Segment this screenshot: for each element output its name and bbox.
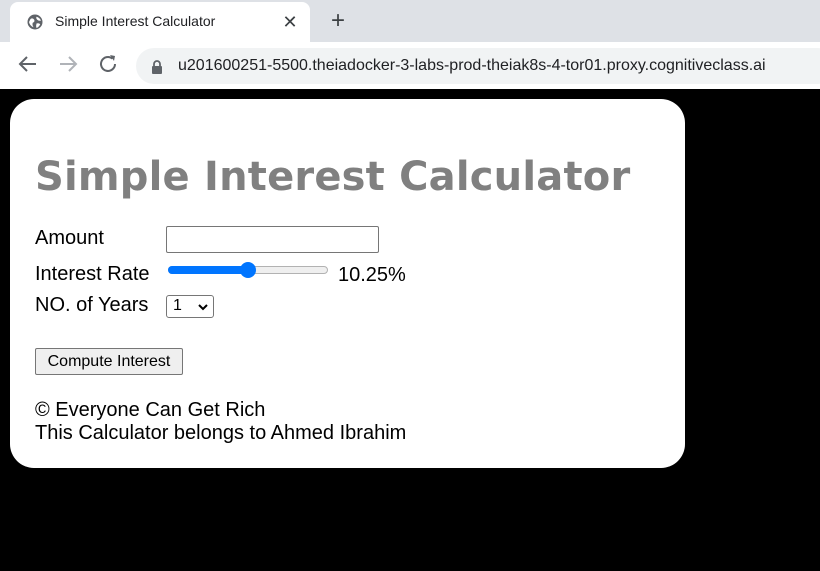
amount-input[interactable]: [166, 226, 379, 253]
compute-interest-button[interactable]: Compute Interest: [35, 348, 183, 375]
chevron-down-icon: [198, 304, 208, 311]
footer-owner: This Calculator belongs to Ahmed Ibrahim: [35, 422, 407, 444]
reload-icon[interactable]: [96, 52, 120, 76]
interest-rate-slider[interactable]: [168, 262, 330, 278]
url-text: u201600251-5500.theiadocker-3-labs-prod-…: [178, 57, 766, 74]
years-selected-value: 1: [173, 297, 182, 314]
slider-fill: [168, 266, 248, 274]
plus-icon[interactable]: +: [326, 8, 350, 34]
years-select[interactable]: 1: [166, 295, 214, 318]
close-icon[interactable]: ✕: [280, 10, 300, 34]
interest-rate-value: 10.25%: [338, 264, 406, 286]
browser-toolbar: u201600251-5500.theiadocker-3-labs-prod-…: [0, 42, 820, 89]
browser-tab[interactable]: Simple Interest Calculator ✕: [10, 2, 310, 42]
footer-copyright: © Everyone Can Get Rich: [35, 399, 266, 421]
globe-icon: [27, 14, 43, 30]
calculator-card: Simple Interest Calculator Amount Intere…: [10, 99, 685, 468]
page-title: Simple Interest Calculator: [35, 154, 631, 200]
back-arrow-icon[interactable]: [16, 52, 40, 76]
amount-label: Amount: [35, 227, 104, 249]
slider-thumb[interactable]: [240, 262, 256, 278]
address-bar[interactable]: u201600251-5500.theiadocker-3-labs-prod-…: [136, 48, 820, 84]
interest-rate-label: Interest Rate: [35, 263, 150, 285]
forward-arrow-icon[interactable]: [56, 52, 80, 76]
lock-icon[interactable]: [150, 59, 164, 75]
years-label: NO. of Years: [35, 294, 149, 316]
tab-title: Simple Interest Calculator: [55, 13, 216, 29]
tab-strip: Simple Interest Calculator ✕ +: [0, 0, 820, 42]
